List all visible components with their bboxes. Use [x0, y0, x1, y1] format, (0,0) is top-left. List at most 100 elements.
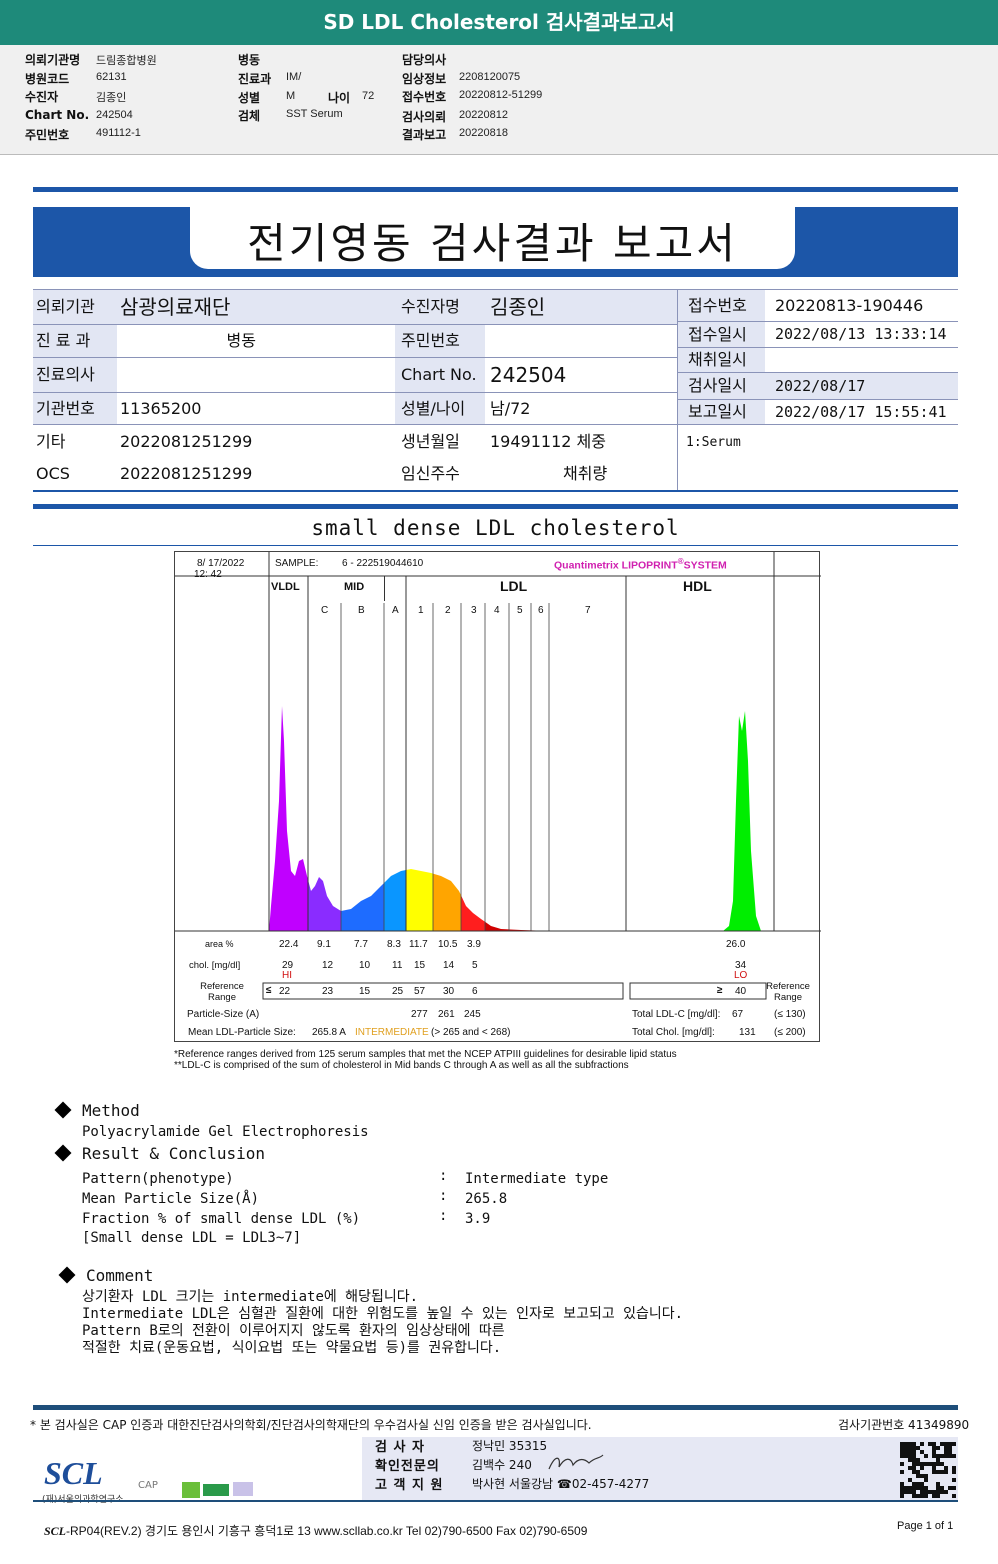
field-label: 보고일시 [677, 400, 765, 425]
age-value: 72 [362, 90, 375, 102]
method-text: Polyacrylamide Gel Electrophoresis [82, 1124, 369, 1140]
mean-size-label: Mean LDL-Particle Size: [188, 1027, 296, 1038]
high-flag: HI [282, 970, 292, 981]
ge-symbol: ≥ [717, 985, 723, 996]
result-value: 265.8 [465, 1191, 508, 1207]
field-value: 19491112 체중 [490, 431, 606, 451]
accreditation-logo [203, 1484, 229, 1496]
field-label: Chart No. [395, 358, 485, 393]
chart-date: 8/ 17/2022 [197, 558, 245, 569]
area-value: 22.4 [279, 939, 299, 950]
band-label: 4 [494, 605, 500, 616]
field-value [485, 325, 677, 358]
bullet-icon [54, 1144, 72, 1162]
area-value-hdl: 26.0 [726, 939, 746, 950]
le-symbol: ≤ [266, 985, 272, 996]
result-note: [Small dense LDL = LDL3~7] [82, 1230, 302, 1246]
field-label: 주민번호 [395, 325, 485, 358]
result-label: Mean Particle Size(Å) [82, 1191, 260, 1207]
particle-size-value: 277 [411, 1009, 428, 1020]
field-value: 20220813-190446 [765, 290, 958, 322]
bullet-icon [54, 1101, 72, 1119]
result-colon: : [439, 1208, 448, 1224]
area-value: 9.1 [317, 939, 331, 950]
field-value: 병동 [117, 325, 270, 358]
sample-label: SAMPLE: [275, 558, 319, 569]
field-value: 2022081251299 [120, 431, 253, 451]
field-label: 생년월일 [401, 431, 460, 451]
brand-logo: Quantimetrix LIPOPRINT®SYSTEM [554, 557, 727, 572]
field-value: 11365200 [117, 393, 395, 425]
field-label: 검사일시 [677, 373, 765, 400]
group-label-mid: MID [344, 581, 365, 593]
area-value: 10.5 [438, 939, 458, 950]
field-value: 242504 [485, 358, 677, 393]
specimen-type: 1:Serum [686, 435, 741, 450]
method-title: Method [82, 1101, 140, 1120]
info-value: M [286, 90, 296, 102]
mean-size-class: INTERMEDIATE [355, 1027, 429, 1038]
total-ldl-value: 67 [732, 1009, 744, 1020]
reference-value: 6 [472, 986, 478, 997]
info-label: 병동 [238, 53, 261, 67]
particle-size-value: 245 [464, 1009, 481, 1020]
info-value: IM/ [286, 71, 302, 83]
field-label: 수진자명 [395, 290, 485, 325]
result-label: Fraction % of small dense LDL (%) [82, 1211, 361, 1227]
staff-label: 검 사 자 [375, 1440, 425, 1455]
band-label: 7 [585, 605, 591, 616]
lab-number: 검사기관번호 41349890 [838, 1418, 970, 1432]
chart-time: 12: 42 [194, 569, 222, 580]
field-value: 남/72 [485, 393, 677, 425]
field-value: 2022/08/17 15:55:41 [765, 400, 958, 425]
reference-value: 25 [392, 986, 404, 997]
total-chol-ref: (≤ 200) [774, 1027, 806, 1038]
band-label: B [358, 605, 365, 616]
field-value: 김종인 [485, 290, 677, 325]
low-flag: LO [734, 970, 748, 981]
info-label: Chart No. [25, 108, 90, 122]
result-value: 3.9 [465, 1211, 491, 1227]
reference-value: 57 [414, 986, 426, 997]
reference-value-hdl: 40 [735, 986, 747, 997]
field-value: 채취량 [563, 464, 608, 483]
result-label: Pattern(phenotype) [82, 1171, 234, 1187]
field-value: 2022/08/13 13:33:14 [765, 322, 958, 348]
staff-label: 고 객 지 원 [375, 1478, 444, 1493]
info-value: 20220812-51299 [459, 89, 543, 101]
info-label: 의뢰기관명 [25, 53, 81, 67]
band-label: A [392, 605, 399, 616]
accreditation-logo [233, 1482, 253, 1496]
chart-note: *Reference ranges derived from 125 serum… [174, 1049, 677, 1060]
field-label: 임신주수 [401, 464, 460, 483]
patient-info-panel: 나이 72 의뢰기관명 드림종합병원 병원코드 62131 수진자 김종인 Chart No… [0, 45, 998, 155]
staff-value: 김백수 240 [472, 1458, 532, 1472]
info-label: 성별 [238, 91, 261, 105]
reference-value: 15 [359, 986, 371, 997]
info-value: 2208120075 [459, 71, 521, 83]
area-value: 7.7 [354, 939, 368, 950]
field-label: 진 료 과 [33, 325, 117, 358]
field-value: 2022081251299 [120, 464, 253, 483]
info-label: 접수번호 [402, 90, 447, 104]
chol-value: 11 [392, 960, 403, 971]
info-value: 62131 [96, 71, 127, 83]
band-label: 5 [517, 605, 523, 616]
area-value: 3.9 [467, 939, 481, 950]
info-value: 20220812 [459, 109, 508, 121]
info-value: 김종인 [96, 92, 127, 104]
field-value [117, 358, 395, 393]
area-value: 11.7 [409, 939, 428, 950]
info-value: 242504 [96, 109, 133, 121]
result-colon: : [439, 1168, 448, 1184]
row-label: area % [205, 939, 234, 949]
bullet-icon [58, 1266, 76, 1284]
certification-note: * 본 검사실은 CAP 인증과 대한진단검사의학회/진단검사의학재단의 우수검… [30, 1418, 592, 1432]
field-label: 접수일시 [677, 322, 765, 348]
total-chol-value: 131 [739, 1027, 756, 1038]
chol-value: 5 [472, 960, 478, 971]
section-title: small dense LDL cholesterol [311, 516, 680, 540]
mean-size-value: 265.8 A [312, 1027, 346, 1038]
result-value: Intermediate type [465, 1171, 609, 1187]
divider [33, 504, 958, 509]
